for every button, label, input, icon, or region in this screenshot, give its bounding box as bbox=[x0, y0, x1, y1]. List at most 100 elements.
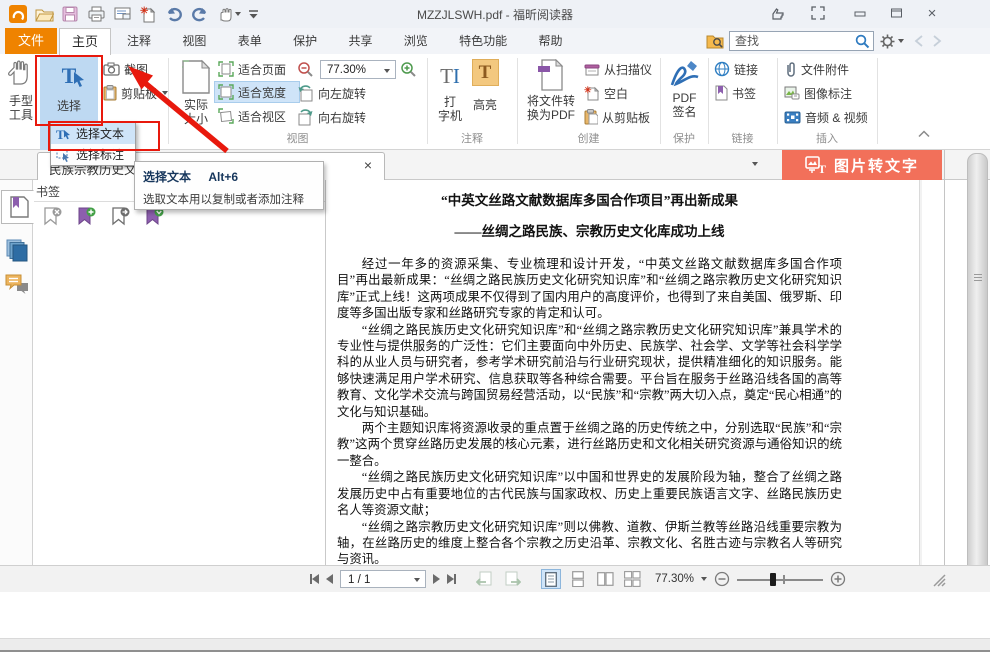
tab-list-caret[interactable] bbox=[752, 162, 758, 166]
select-text-cursor-icon: T bbox=[40, 63, 98, 89]
hand-tool-quick-icon[interactable] bbox=[214, 4, 244, 24]
file-attachment-button[interactable]: 文件附件 bbox=[784, 58, 849, 80]
zoom-slider-handle[interactable] bbox=[770, 573, 776, 586]
tab-help[interactable]: 帮助 bbox=[525, 28, 577, 54]
clipboard-button[interactable]: 剪贴板 bbox=[103, 82, 168, 104]
status-zoom-caret[interactable] bbox=[701, 577, 707, 581]
tab-home[interactable]: 主页 bbox=[59, 28, 111, 55]
minimize-button[interactable] bbox=[848, 4, 872, 22]
first-page-button[interactable] bbox=[310, 574, 319, 584]
bookmarks-panel-tab[interactable] bbox=[1, 190, 34, 224]
pages-panel-tab[interactable] bbox=[5, 238, 29, 262]
add-bookmark-icon[interactable] bbox=[76, 207, 98, 227]
restore-button[interactable] bbox=[884, 4, 908, 22]
tab-browse[interactable]: 浏览 bbox=[390, 28, 442, 54]
link-button[interactable]: 链接 bbox=[714, 58, 758, 80]
link-label: 链接 bbox=[734, 61, 758, 78]
right-panel-bar[interactable] bbox=[967, 153, 988, 590]
image-to-text-button[interactable]: T 图片转文字 bbox=[782, 150, 942, 180]
tab-form[interactable]: 表单 bbox=[224, 28, 276, 54]
open-file-icon[interactable] bbox=[32, 4, 56, 24]
rotate-right-button[interactable]: 向右旋转 bbox=[297, 106, 366, 128]
hand-tool-button[interactable]: 手型 工具 bbox=[4, 56, 38, 122]
pdf-page[interactable]: “中英文丝路文献数据库多国合作项目”再出新成果 ——丝绸之路民族、宗教历史文化库… bbox=[327, 180, 922, 565]
share-hand-icon[interactable] bbox=[766, 4, 790, 22]
print-icon[interactable] bbox=[84, 4, 108, 24]
continuous-facing-view-button[interactable] bbox=[622, 569, 642, 589]
save-icon[interactable] bbox=[58, 4, 82, 24]
image-annotation-button[interactable]: 图像标注 bbox=[784, 82, 852, 104]
zoom-slider[interactable] bbox=[737, 571, 823, 587]
search-input[interactable] bbox=[729, 31, 874, 51]
customize-toolbar-icon[interactable] bbox=[246, 4, 260, 24]
collapse-ribbon-icon[interactable] bbox=[918, 130, 930, 138]
tab-close-icon[interactable]: × bbox=[364, 157, 372, 173]
continuous-view-button[interactable] bbox=[568, 569, 588, 589]
svg-text:✳: ✳ bbox=[584, 85, 592, 95]
title-bar: MZZJLSWH.pdf - 福昕阅读器 ✳ bbox=[0, 0, 990, 28]
highlight-button[interactable]: T 高亮 bbox=[468, 56, 502, 113]
status-zoom-out-icon[interactable] bbox=[714, 571, 730, 587]
page-combo-caret[interactable] bbox=[414, 578, 420, 582]
audio-video-button[interactable]: 音频 & 视频 bbox=[784, 106, 868, 128]
search-icon[interactable] bbox=[855, 34, 870, 49]
tab-view[interactable]: 视图 bbox=[168, 28, 220, 54]
export-bookmark-icon[interactable] bbox=[110, 207, 132, 227]
foxit-logo-icon[interactable] bbox=[6, 4, 30, 24]
next-page-button[interactable] bbox=[433, 574, 440, 584]
undo-icon[interactable] bbox=[162, 4, 186, 24]
facing-view-button[interactable] bbox=[595, 569, 615, 589]
comments-panel-tab[interactable] bbox=[5, 272, 29, 296]
vertical-scrollbar[interactable] bbox=[919, 180, 922, 565]
status-zoom-in-icon[interactable] bbox=[830, 571, 846, 587]
close-button[interactable]: × bbox=[920, 4, 944, 22]
fit-page-button[interactable]: 适合页面 bbox=[218, 58, 286, 80]
tab-comment[interactable]: 注释 bbox=[113, 28, 165, 54]
actual-size-button[interactable]: 实际 大小 bbox=[174, 56, 218, 126]
fit-width-button[interactable]: 适合宽度 bbox=[214, 81, 300, 103]
search-settings-gear-icon[interactable] bbox=[880, 34, 904, 49]
zoom-combo-caret[interactable] bbox=[384, 69, 390, 73]
tab-features[interactable]: 特色功能 bbox=[445, 28, 521, 54]
select-label: 选择 bbox=[40, 97, 98, 114]
fullscreen-icon[interactable] bbox=[806, 4, 830, 22]
blank-page-button[interactable]: ✳ 空白 bbox=[584, 82, 628, 104]
search-folder-icon[interactable] bbox=[706, 33, 724, 49]
page-number-combobox[interactable]: 1 / 1 bbox=[340, 570, 426, 588]
convert-to-pdf-button[interactable]: 将文件转 换为PDF bbox=[522, 56, 580, 122]
find-next-icon bbox=[932, 35, 942, 47]
tab-share[interactable]: 共享 bbox=[334, 28, 386, 54]
single-page-view-button[interactable] bbox=[541, 569, 561, 589]
zoom-in-icon[interactable] bbox=[400, 61, 417, 78]
last-page-button[interactable] bbox=[447, 574, 456, 584]
delete-bookmark-icon[interactable] bbox=[42, 207, 64, 227]
group-label-create: 创建 bbox=[517, 130, 660, 146]
zoom-level-combobox[interactable]: 77.30% bbox=[320, 60, 396, 79]
redo-icon[interactable] bbox=[188, 4, 212, 24]
new-document-icon[interactable]: ✳ bbox=[136, 4, 160, 24]
tab-file[interactable]: 文件 bbox=[5, 28, 57, 54]
rotate-left-button[interactable]: 向左旋转 bbox=[297, 82, 366, 104]
document-viewport[interactable]: “中英文丝路文献数据库多国合作项目”再出新成果 ——丝绸之路民族、宗教历史文化库… bbox=[327, 180, 922, 565]
document-paragraph: 经过一年多的资源采集、专业梳理和设计开发，“中英文丝路文献数据库多国合作项目”再… bbox=[337, 256, 842, 322]
from-scanner-button[interactable]: 从扫描仪 bbox=[584, 58, 652, 80]
tab-protect[interactable]: 保护 bbox=[279, 28, 331, 54]
clipboard-caret[interactable] bbox=[162, 91, 168, 95]
highlight-icon: T bbox=[472, 59, 499, 86]
from-clipboard-button[interactable]: 从剪贴板 bbox=[584, 106, 650, 128]
expand-bookmarks-icon[interactable] bbox=[144, 207, 166, 227]
resize-grip[interactable] bbox=[930, 571, 946, 587]
bookmark-button[interactable]: 书签 bbox=[714, 82, 756, 104]
menu-item-select-annotation[interactable]: 选择标注 bbox=[51, 144, 135, 165]
email-icon[interactable] bbox=[110, 4, 134, 24]
typewriter-button[interactable]: TI 打 字机 bbox=[432, 56, 468, 123]
bookmark-label: 书签 bbox=[732, 85, 756, 102]
pdf-sign-button[interactable]: PDF 签名 bbox=[663, 56, 706, 119]
zoom-out-icon[interactable] bbox=[297, 61, 314, 78]
previous-page-button[interactable] bbox=[326, 574, 333, 584]
bookmark-page-icon bbox=[714, 85, 728, 101]
menu-item-select-text[interactable]: T 选择文本 bbox=[51, 123, 135, 144]
fit-visible-button[interactable]: 适合视区 bbox=[218, 105, 286, 127]
document-paragraph: “丝绸之路民族历史文化研究知识库”以中国和世界史的发展阶段为轴，整合了丝绸之路发… bbox=[337, 469, 842, 518]
screenshot-button[interactable]: 截图 bbox=[103, 58, 148, 80]
